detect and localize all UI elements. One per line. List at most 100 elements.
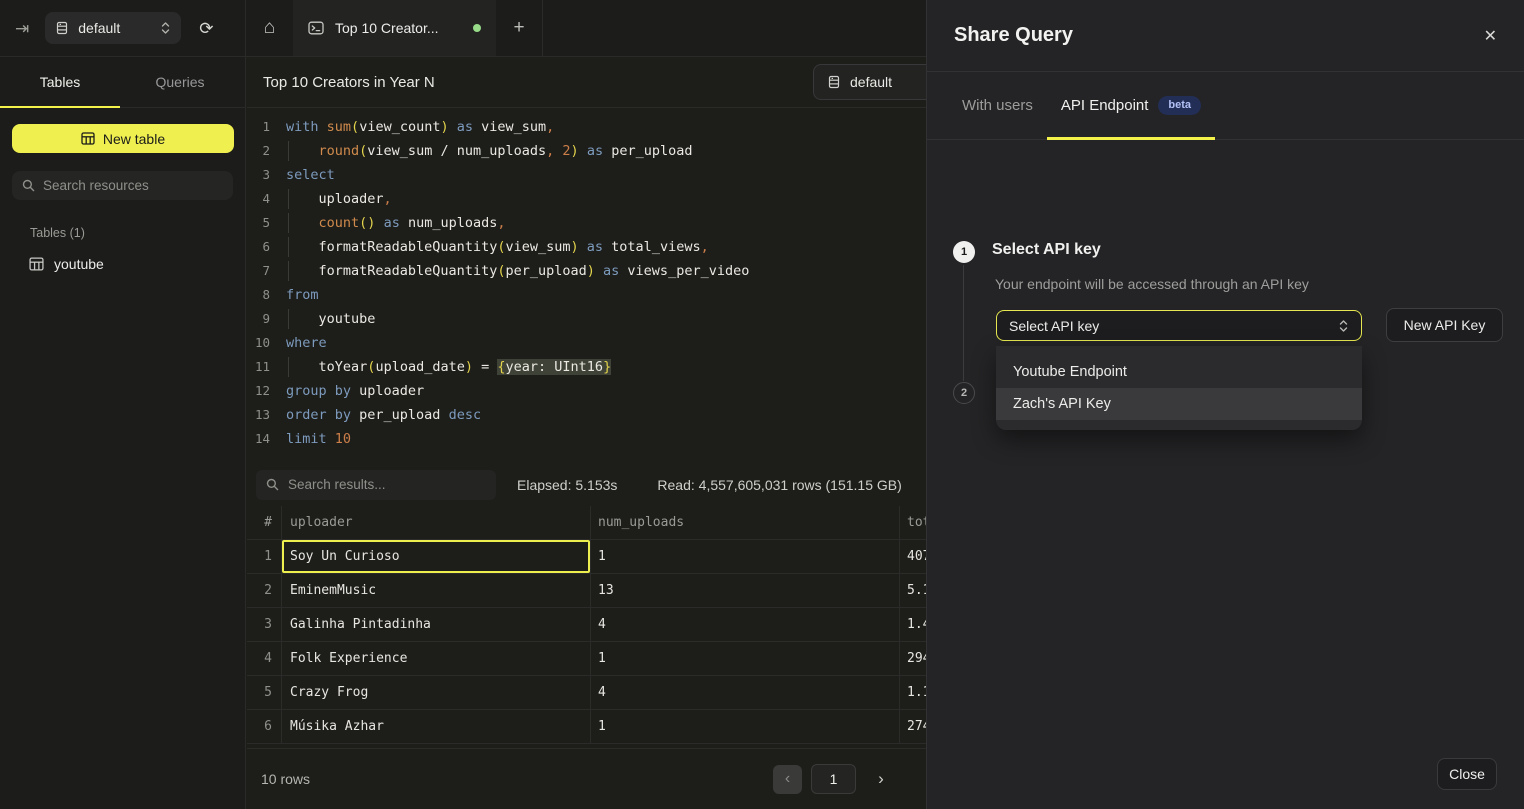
code-text: with sum(view_count) as view_sum, <box>286 115 554 139</box>
code-text: where <box>286 331 327 355</box>
cell-num-uploads[interactable]: 4 <box>591 608 900 641</box>
table-item-label: youtube <box>54 256 104 272</box>
code-text: youtube <box>286 307 375 331</box>
read-stat: Read: 4,557,605,031 rows (151.15 GB) <box>657 477 901 493</box>
share-panel-header: Share Query ✕ <box>927 0 1524 72</box>
chevron-updown-icon <box>1338 319 1349 333</box>
prev-page-button[interactable]: ‹ <box>773 765 802 794</box>
tables-section-label: Tables (1) <box>30 226 245 240</box>
app-root: ⇥ default ⟳ ⌂ Top 10 Creator... <box>0 0 1524 809</box>
terminal-icon <box>308 20 324 36</box>
share-panel-tabs: With users API Endpoint beta <box>927 72 1524 140</box>
step-2-indicator: 2 <box>953 382 975 404</box>
current-page[interactable]: 1 <box>811 764 856 794</box>
tab-api-endpoint[interactable]: API Endpoint beta <box>1047 72 1215 139</box>
database-chip-label: default <box>850 74 892 90</box>
sidebar: Tables Queries New table Search resource… <box>0 57 246 809</box>
api-key-option[interactable]: Zach's API Key <box>996 388 1362 420</box>
api-key-select[interactable]: Select API key <box>996 310 1362 341</box>
line-number: 10 <box>247 331 270 355</box>
new-table-label: New table <box>103 131 165 147</box>
database-selector[interactable]: default <box>45 12 181 44</box>
tab-tables[interactable]: Tables <box>0 57 120 107</box>
line-number: 5 <box>247 211 270 235</box>
share-panel-title: Share Query <box>954 24 1073 47</box>
row-number: 1 <box>247 540 282 573</box>
elapsed-stat: Elapsed: 5.153s <box>517 477 617 493</box>
cell-uploader[interactable]: Folk Experience <box>282 642 591 675</box>
line-number: 12 <box>247 379 270 403</box>
cell-uploader[interactable]: Galinha Pintadinha <box>282 608 591 641</box>
api-key-dropdown-menu: Youtube EndpointZach's API Key <box>996 346 1362 430</box>
close-button[interactable]: Close <box>1437 758 1497 790</box>
query-title: Top 10 Creators in Year N <box>263 74 435 91</box>
line-number: 6 <box>247 235 270 259</box>
line-number: 3 <box>247 163 270 187</box>
step-1-indicator: 1 <box>953 241 975 263</box>
code-text: select <box>286 163 335 187</box>
cell-uploader[interactable]: Crazy Frog <box>282 676 591 709</box>
database-icon <box>827 75 841 89</box>
query-tab-label: Top 10 Creator... <box>335 20 439 36</box>
cell-uploader[interactable]: EminemMusic <box>282 574 591 607</box>
tab-api-endpoint-label: API Endpoint <box>1061 97 1149 114</box>
search-results-placeholder: Search results... <box>288 477 386 492</box>
line-number: 9 <box>247 307 270 331</box>
topbar-tabs: ⌂ Top 10 Creator... + <box>246 0 543 56</box>
line-number: 4 <box>247 187 270 211</box>
search-resources-placeholder: Search resources <box>43 178 149 193</box>
topbar-left: ⇥ default ⟳ <box>0 0 246 56</box>
row-number: 2 <box>247 574 282 607</box>
line-number: 2 <box>247 139 270 163</box>
row-number: 4 <box>247 642 282 675</box>
unsaved-indicator-dot <box>473 24 481 32</box>
tab-with-users[interactable]: With users <box>962 72 1033 139</box>
pagination: ‹ 1 › <box>773 764 892 794</box>
cell-num-uploads[interactable]: 4 <box>591 676 900 709</box>
line-number: 1 <box>247 115 270 139</box>
cell-num-uploads[interactable]: 1 <box>591 540 900 573</box>
code-text: order by per_upload desc <box>286 403 481 427</box>
new-api-key-button[interactable]: New API Key <box>1386 308 1503 342</box>
new-table-button[interactable]: New table <box>12 124 234 153</box>
cell-num-uploads[interactable]: 1 <box>591 710 900 743</box>
cell-uploader[interactable]: Soy Un Curioso <box>282 540 591 573</box>
select-api-key-description: Your endpoint will be accessed through a… <box>995 276 1309 292</box>
search-results-input[interactable]: Search results... <box>256 470 496 500</box>
code-text: round(view_sum / num_uploads, 2) as per_… <box>286 139 692 163</box>
home-button[interactable]: ⌂ <box>246 0 293 56</box>
search-icon <box>22 179 35 192</box>
database-selector-label: default <box>78 20 120 36</box>
next-page-button[interactable]: › <box>870 765 892 794</box>
table-icon <box>29 257 44 271</box>
close-icon[interactable]: ✕ <box>1484 26 1497 46</box>
refresh-icon[interactable]: ⟳ <box>199 20 213 37</box>
tables-list: youtube <box>0 250 245 278</box>
search-resources-input[interactable]: Search resources <box>12 171 233 200</box>
step-connector-line <box>963 265 964 381</box>
beta-badge: beta <box>1158 96 1201 115</box>
code-text: group by uploader <box>286 379 424 403</box>
cell-num-uploads[interactable]: 1 <box>591 642 900 675</box>
share-panel-body: 1 Select API key Your endpoint will be a… <box>927 140 1524 700</box>
code-text: count() as num_uploads, <box>286 211 506 235</box>
api-key-select-value: Select API key <box>1009 318 1099 334</box>
code-text: toYear(upload_date) = {year: UInt16} <box>286 355 611 379</box>
row-number: 3 <box>247 608 282 641</box>
api-key-option[interactable]: Youtube Endpoint <box>996 356 1362 388</box>
cell-num-uploads[interactable]: 13 <box>591 574 900 607</box>
sidebar-collapse-icon[interactable]: ⇥ <box>15 20 29 37</box>
chevron-updown-icon <box>160 21 171 35</box>
search-icon <box>266 478 279 491</box>
table-icon <box>81 132 95 145</box>
new-tab-button[interactable]: + <box>496 0 543 56</box>
line-number: 11 <box>247 355 270 379</box>
code-text: uploader, <box>286 187 392 211</box>
tab-queries[interactable]: Queries <box>120 57 240 107</box>
query-tab[interactable]: Top 10 Creator... <box>293 0 496 56</box>
row-number: 5 <box>247 676 282 709</box>
sidebar-table-item[interactable]: youtube <box>0 250 245 278</box>
line-number: 8 <box>247 283 270 307</box>
cell-uploader[interactable]: Músika Azhar <box>282 710 591 743</box>
row-count: 10 rows <box>261 771 310 787</box>
